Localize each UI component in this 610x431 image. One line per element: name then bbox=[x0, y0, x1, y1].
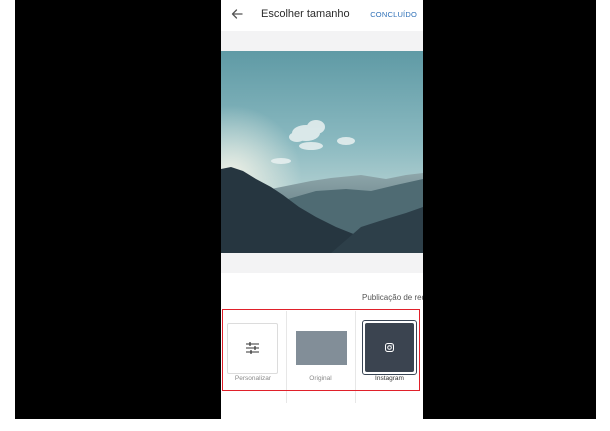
app-bar: Escolher tamanho CONCLUÍDO bbox=[221, 0, 423, 31]
done-button[interactable]: CONCLUÍDO bbox=[370, 10, 417, 19]
annotation-highlight-box bbox=[222, 309, 420, 391]
page-title: Escolher tamanho bbox=[261, 8, 350, 20]
landscape-photo[interactable] bbox=[221, 51, 423, 253]
section-label: Publicação de red bbox=[362, 293, 423, 302]
bottom-area bbox=[221, 403, 423, 419]
arrow-left-icon[interactable] bbox=[230, 7, 244, 21]
